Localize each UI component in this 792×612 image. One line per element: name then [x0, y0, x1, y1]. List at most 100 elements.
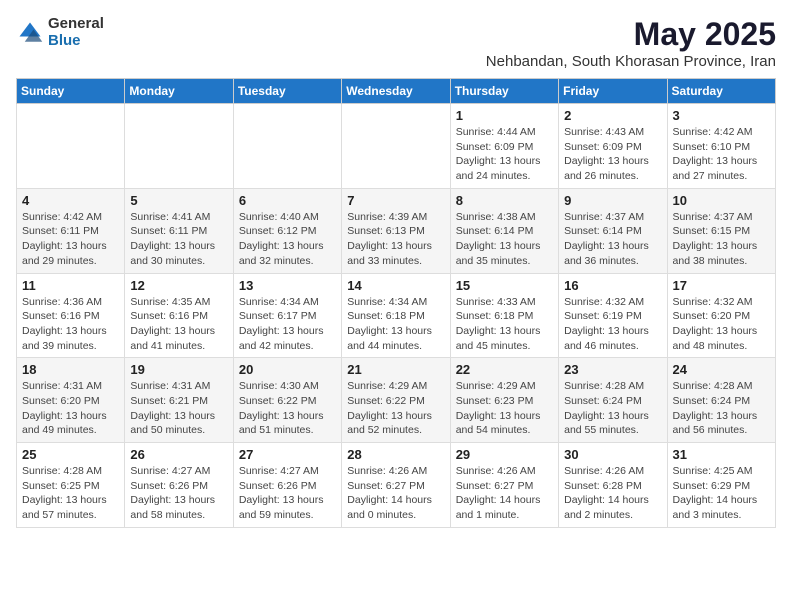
calendar-week-2: 4Sunrise: 4:42 AM Sunset: 6:11 PM Daylig…	[17, 188, 776, 273]
calendar-cell: 4Sunrise: 4:42 AM Sunset: 6:11 PM Daylig…	[17, 188, 125, 273]
logo-general-text: General	[48, 16, 104, 33]
day-number: 30	[564, 447, 661, 462]
day-info: Sunrise: 4:26 AM Sunset: 6:28 PM Dayligh…	[564, 464, 661, 523]
day-number: 26	[130, 447, 227, 462]
day-info: Sunrise: 4:43 AM Sunset: 6:09 PM Dayligh…	[564, 125, 661, 184]
day-number: 2	[564, 108, 661, 123]
calendar-cell: 3Sunrise: 4:42 AM Sunset: 6:10 PM Daylig…	[667, 104, 775, 189]
calendar-cell: 11Sunrise: 4:36 AM Sunset: 6:16 PM Dayli…	[17, 273, 125, 358]
calendar-cell: 14 Sunrise: 4:34 AM Sunset: 6:18 PM Dayli…	[342, 273, 450, 358]
calendar-cell: 26 Sunrise: 4:27 AM Sunset: 6:26 PM Dayli…	[125, 443, 233, 528]
calendar-cell: 13 Sunrise: 4:34 AM Sunset: 6:17 PM Dayli…	[233, 273, 341, 358]
day-info: Sunrise: 4:34 AM Sunset: 6:17 PM Dayligh…	[239, 295, 336, 354]
day-number: 12	[130, 278, 227, 293]
calendar-cell	[233, 104, 341, 189]
day-number: 22	[456, 362, 553, 377]
day-number: 16	[564, 278, 661, 293]
day-number: 19	[130, 362, 227, 377]
calendar-cell: 5 Sunrise: 4:41 AM Sunset: 6:11 PM Daylig…	[125, 188, 233, 273]
day-info: Sunrise: 4:35 AM Sunset: 6:16 PM Dayligh…	[130, 295, 227, 354]
day-info: Sunrise: 4:31 AM Sunset: 6:21 PM Dayligh…	[130, 379, 227, 438]
calendar-cell: 10 Sunrise: 4:37 AM Sunset: 6:15 PM Dayli…	[667, 188, 775, 273]
day-number: 27	[239, 447, 336, 462]
day-info: Sunrise: 4:27 AM Sunset: 6:26 PM Dayligh…	[130, 464, 227, 523]
weekday-header-thursday: Thursday	[450, 79, 558, 104]
weekday-header-row: SundayMondayTuesdayWednesdayThursdayFrid…	[17, 79, 776, 104]
day-number: 23	[564, 362, 661, 377]
day-number: 31	[673, 447, 770, 462]
day-info: Sunrise: 4:41 AM Sunset: 6:11 PM Dayligh…	[130, 210, 227, 269]
calendar-cell: 12 Sunrise: 4:35 AM Sunset: 6:16 PM Dayli…	[125, 273, 233, 358]
day-number: 6	[239, 193, 336, 208]
day-info: Sunrise: 4:37 AM Sunset: 6:14 PM Dayligh…	[564, 210, 661, 269]
day-number: 11	[22, 278, 119, 293]
logo-text: General Blue	[48, 16, 104, 49]
weekday-header-sunday: Sunday	[17, 79, 125, 104]
logo: General Blue	[16, 16, 104, 49]
calendar-cell: 23 Sunrise: 4:28 AM Sunset: 6:24 PM Dayli…	[559, 358, 667, 443]
calendar-header: SundayMondayTuesdayWednesdayThursdayFrid…	[17, 79, 776, 104]
day-number: 28	[347, 447, 444, 462]
calendar-cell	[17, 104, 125, 189]
day-info: Sunrise: 4:32 AM Sunset: 6:20 PM Dayligh…	[673, 295, 770, 354]
weekday-header-tuesday: Tuesday	[233, 79, 341, 104]
calendar-cell: 31Sunrise: 4:25 AM Sunset: 6:29 PM Dayli…	[667, 443, 775, 528]
weekday-header-friday: Friday	[559, 79, 667, 104]
day-number: 18	[22, 362, 119, 377]
calendar-cell: 30 Sunrise: 4:26 AM Sunset: 6:28 PM Dayli…	[559, 443, 667, 528]
calendar-cell	[125, 104, 233, 189]
logo-blue-text: Blue	[48, 33, 104, 50]
calendar-cell: 25Sunrise: 4:28 AM Sunset: 6:25 PM Dayli…	[17, 443, 125, 528]
day-number: 21	[347, 362, 444, 377]
day-number: 20	[239, 362, 336, 377]
calendar-cell: 28Sunrise: 4:26 AM Sunset: 6:27 PM Dayli…	[342, 443, 450, 528]
day-number: 9	[564, 193, 661, 208]
main-title: May 2025	[486, 16, 776, 53]
day-number: 7	[347, 193, 444, 208]
day-info: Sunrise: 4:30 AM Sunset: 6:22 PM Dayligh…	[239, 379, 336, 438]
day-number: 1	[456, 108, 553, 123]
day-number: 24	[673, 362, 770, 377]
calendar-cell: 17 Sunrise: 4:32 AM Sunset: 6:20 PM Dayli…	[667, 273, 775, 358]
weekday-header-wednesday: Wednesday	[342, 79, 450, 104]
day-info: Sunrise: 4:28 AM Sunset: 6:24 PM Dayligh…	[673, 379, 770, 438]
calendar-cell: 9 Sunrise: 4:37 AM Sunset: 6:14 PM Daylig…	[559, 188, 667, 273]
calendar-body: 1 Sunrise: 4:44 AM Sunset: 6:09 PM Daylig…	[17, 104, 776, 528]
day-info: Sunrise: 4:44 AM Sunset: 6:09 PM Dayligh…	[456, 125, 553, 184]
calendar-cell: 15 Sunrise: 4:33 AM Sunset: 6:18 PM Dayli…	[450, 273, 558, 358]
weekday-header-saturday: Saturday	[667, 79, 775, 104]
calendar-table: SundayMondayTuesdayWednesdayThursdayFrid…	[16, 78, 776, 528]
day-info: Sunrise: 4:37 AM Sunset: 6:15 PM Dayligh…	[673, 210, 770, 269]
day-number: 8	[456, 193, 553, 208]
day-info: Sunrise: 4:31 AM Sunset: 6:20 PM Dayligh…	[22, 379, 119, 438]
day-number: 13	[239, 278, 336, 293]
day-number: 14	[347, 278, 444, 293]
title-block: May 2025 Nehbandan, South Khorasan Provi…	[486, 16, 776, 70]
calendar-cell: 29Sunrise: 4:26 AM Sunset: 6:27 PM Dayli…	[450, 443, 558, 528]
subtitle: Nehbandan, South Khorasan Province, Iran	[486, 53, 776, 70]
day-number: 15	[456, 278, 553, 293]
calendar-cell: 16 Sunrise: 4:32 AM Sunset: 6:19 PM Dayli…	[559, 273, 667, 358]
calendar-cell: 20 Sunrise: 4:30 AM Sunset: 6:22 PM Dayli…	[233, 358, 341, 443]
calendar-cell: 22Sunrise: 4:29 AM Sunset: 6:23 PM Dayli…	[450, 358, 558, 443]
calendar-cell: 8Sunrise: 4:38 AM Sunset: 6:14 PM Daylig…	[450, 188, 558, 273]
day-number: 5	[130, 193, 227, 208]
day-info: Sunrise: 4:26 AM Sunset: 6:27 PM Dayligh…	[456, 464, 553, 523]
calendar-cell: 2 Sunrise: 4:43 AM Sunset: 6:09 PM Daylig…	[559, 104, 667, 189]
calendar-cell: 18 Sunrise: 4:31 AM Sunset: 6:20 PM Dayli…	[17, 358, 125, 443]
calendar-cell: 27 Sunrise: 4:27 AM Sunset: 6:26 PM Dayli…	[233, 443, 341, 528]
day-info: Sunrise: 4:42 AM Sunset: 6:10 PM Dayligh…	[673, 125, 770, 184]
day-info: Sunrise: 4:33 AM Sunset: 6:18 PM Dayligh…	[456, 295, 553, 354]
weekday-header-monday: Monday	[125, 79, 233, 104]
calendar-week-1: 1 Sunrise: 4:44 AM Sunset: 6:09 PM Daylig…	[17, 104, 776, 189]
calendar-week-3: 11Sunrise: 4:36 AM Sunset: 6:16 PM Dayli…	[17, 273, 776, 358]
calendar-week-5: 25Sunrise: 4:28 AM Sunset: 6:25 PM Dayli…	[17, 443, 776, 528]
day-info: Sunrise: 4:34 AM Sunset: 6:18 PM Dayligh…	[347, 295, 444, 354]
day-info: Sunrise: 4:40 AM Sunset: 6:12 PM Dayligh…	[239, 210, 336, 269]
calendar-cell: 24 Sunrise: 4:28 AM Sunset: 6:24 PM Dayli…	[667, 358, 775, 443]
day-number: 10	[673, 193, 770, 208]
day-info: Sunrise: 4:28 AM Sunset: 6:24 PM Dayligh…	[564, 379, 661, 438]
day-info: Sunrise: 4:32 AM Sunset: 6:19 PM Dayligh…	[564, 295, 661, 354]
day-number: 17	[673, 278, 770, 293]
day-info: Sunrise: 4:27 AM Sunset: 6:26 PM Dayligh…	[239, 464, 336, 523]
